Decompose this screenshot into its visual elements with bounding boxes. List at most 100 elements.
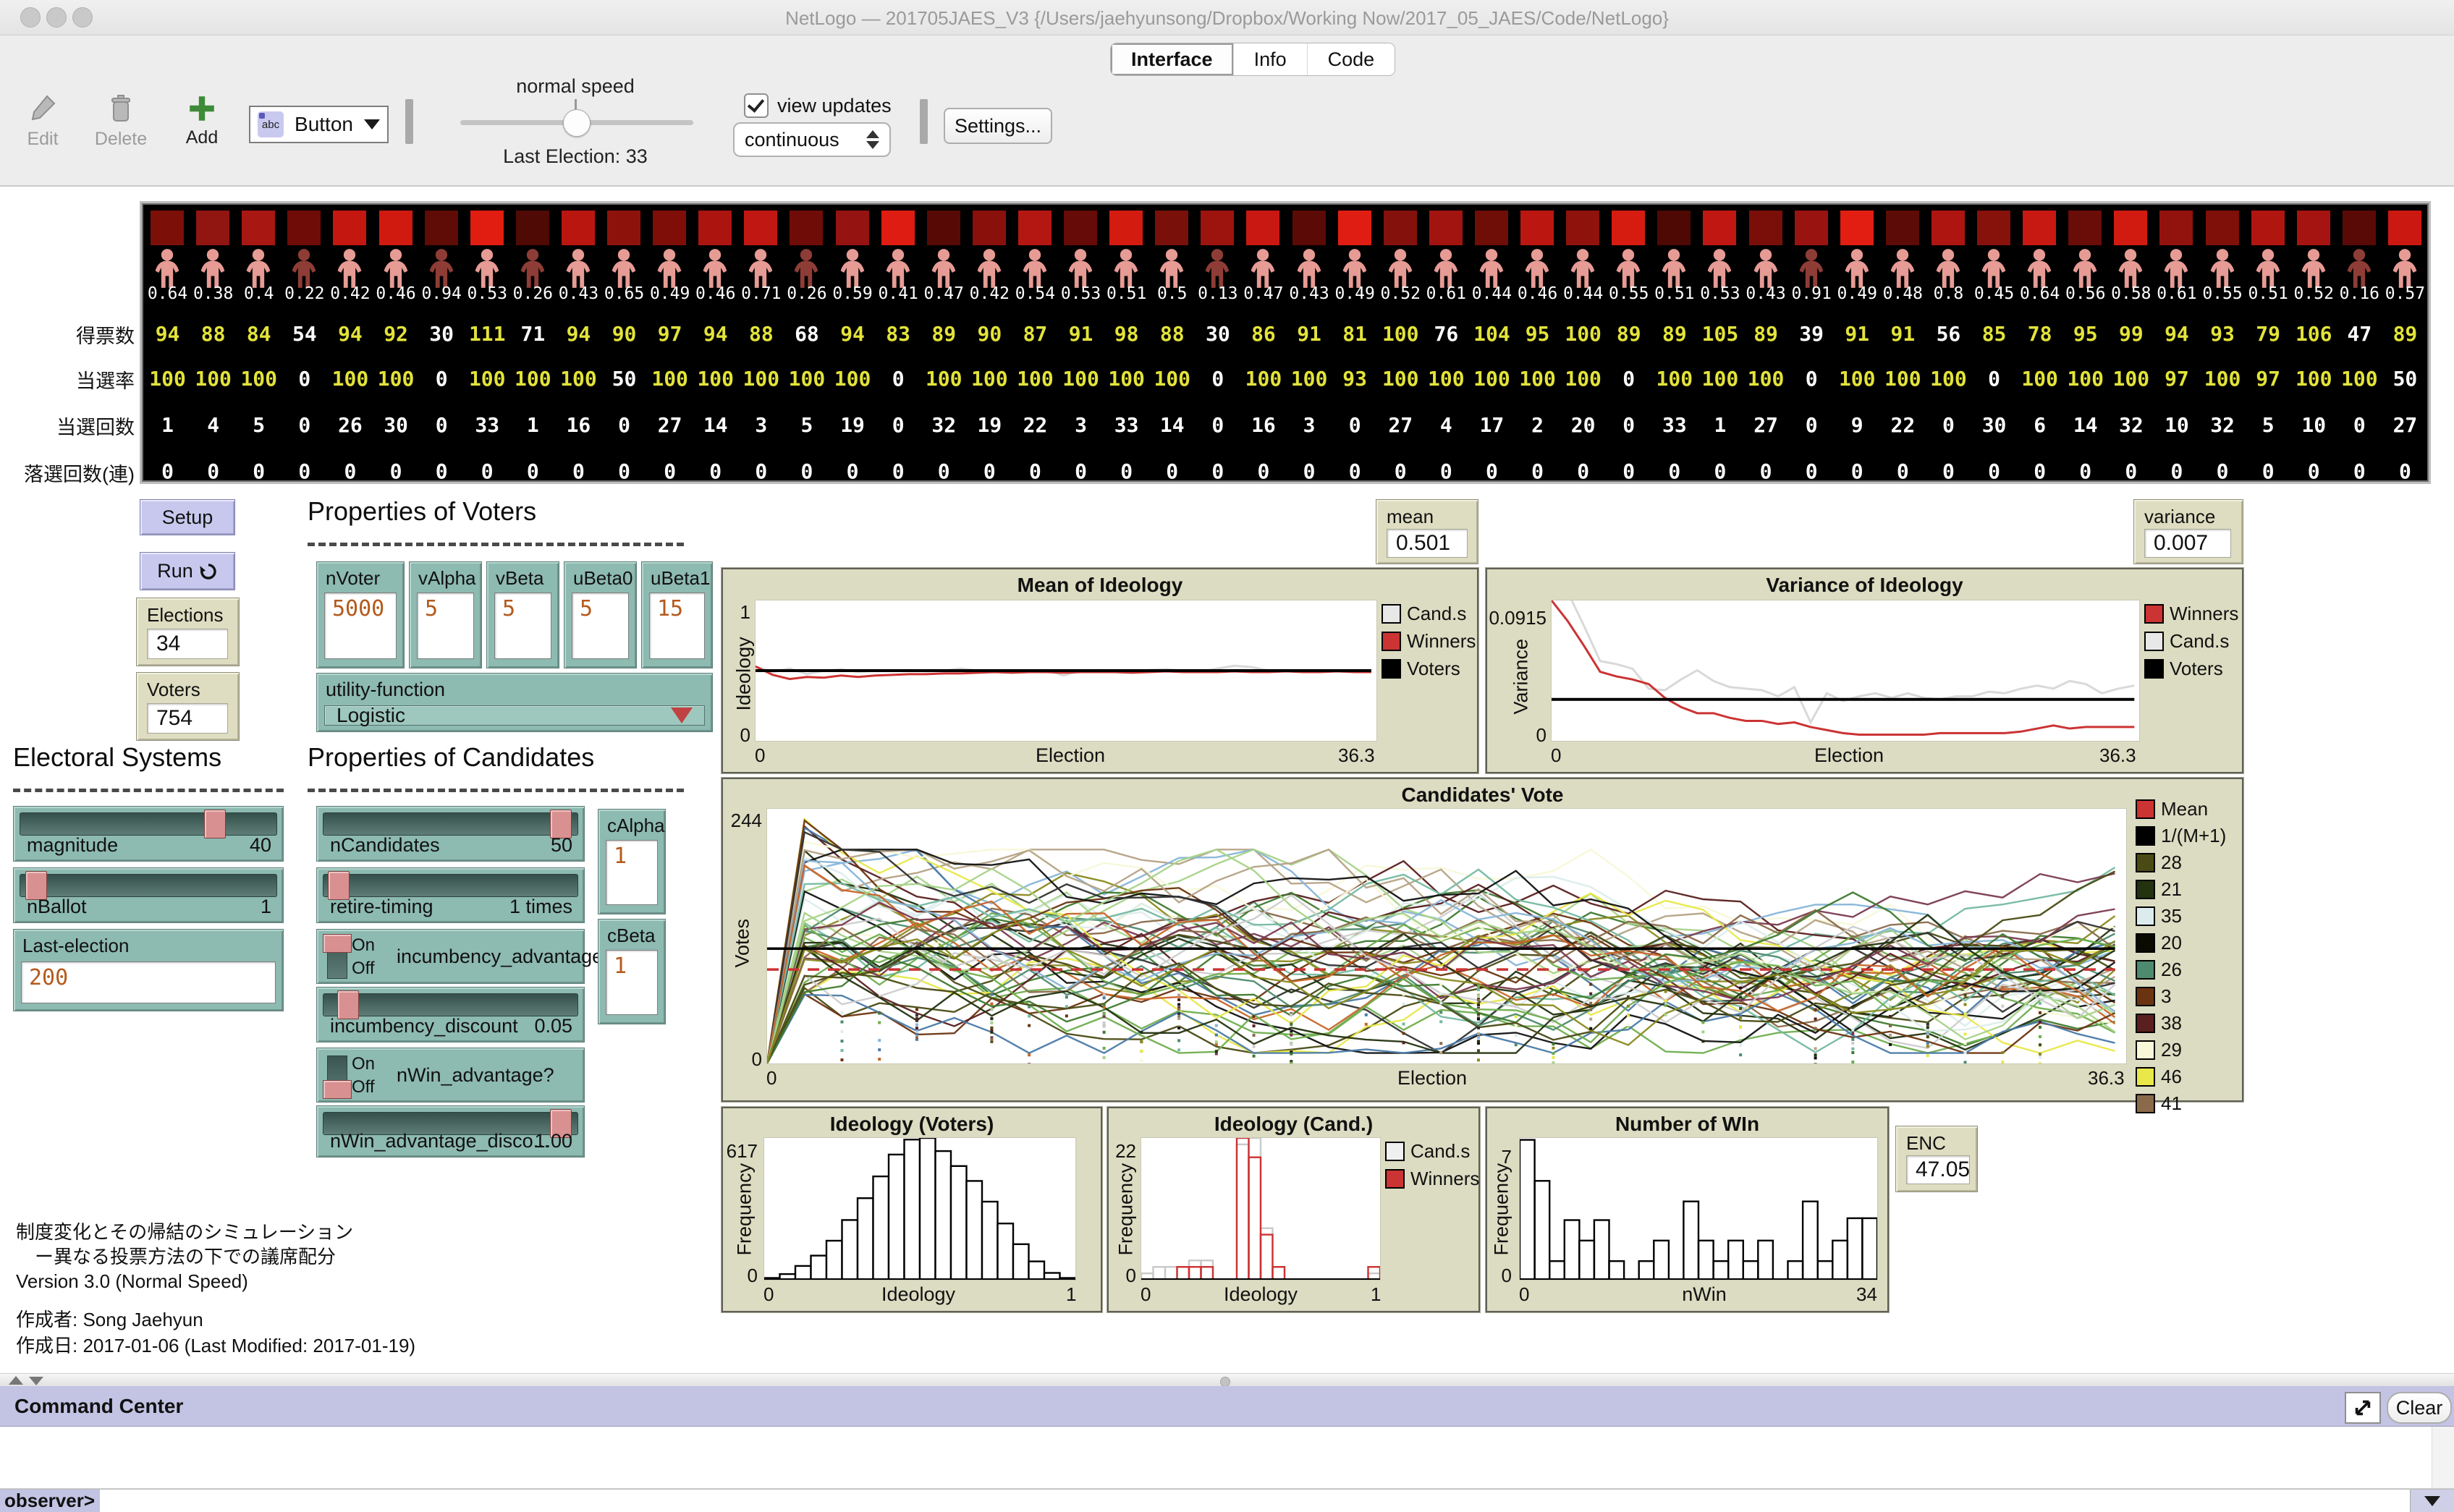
legend-swatch [2136,906,2155,926]
calpha-input[interactable]: cAlpha 1 [598,809,666,914]
candidate-person-icon [1063,248,1098,289]
candidate-votes: 56 [1926,322,1971,346]
candidate-person-icon [1931,248,1966,289]
detach-command-center-button[interactable] [2345,1392,2381,1424]
candidate-winrate: 100 [556,367,601,391]
candidate-wincount: 30 [1971,413,2017,437]
candidate-column: 0.267110010 [510,203,556,482]
patch-square [1109,211,1143,245]
dropdown-triangle-icon [671,708,693,723]
candidate-column: 0.469510020 [1515,203,1560,482]
candidate-person-icon [470,248,504,289]
patch-square [1840,211,1874,245]
candidate-wincount: 1 [1697,413,1743,437]
run-button[interactable]: Run [140,552,235,590]
command-input[interactable] [101,1490,2409,1512]
ubeta1-input[interactable]: uBeta1 15 [641,561,713,668]
patch-square [1749,211,1782,245]
update-mode-dropdown[interactable]: continuous [733,122,891,157]
cbeta-input[interactable]: cBeta 1 [598,919,666,1024]
candidate-wincount: 1 [510,413,556,437]
nballot-slider[interactable]: nBallot1 [13,867,284,923]
candidate-ideology: 0.56 [2062,284,2108,303]
magnitude-slider[interactable]: magnitude40 [13,806,284,862]
legend-label: 26 [2161,959,2182,981]
candidate-lossstreak: 0 [2246,459,2291,483]
candidate-wincount: 3 [738,413,784,437]
settings-button[interactable]: Settings... [944,108,1052,144]
expand-up-icon[interactable] [9,1376,23,1385]
candidate-person-icon [1200,248,1235,289]
candidate-ideology: 0.54 [1012,284,1058,303]
switch-handle[interactable] [323,1080,352,1099]
scrollbar[interactable] [2432,1427,2454,1488]
candidate-wincount: 33 [1104,413,1149,437]
patch-square [196,211,229,245]
candidate-votes: 78 [2017,322,2062,346]
toolbar: Interface Info Code Edit Delete Add abc … [0,35,2454,187]
candidate-lossstreak: 0 [1606,459,1651,483]
collapse-down-icon[interactable] [29,1377,43,1385]
legend-item: 1/(M+1) [2136,825,2226,847]
incumbency-discount-slider[interactable]: incumbency_discount0.05 [316,987,585,1042]
edit-button[interactable]: Edit [20,93,65,150]
candidate-wincount: 3 [1287,413,1332,437]
utility-function-chooser[interactable]: utility-function Logistic [316,673,713,732]
tab-code[interactable]: Code [1308,43,1395,75]
candidate-person-icon [561,248,596,289]
setup-button[interactable]: Setup [140,499,235,535]
candidate-winrate: 100 [465,367,510,391]
candidate-column: 0.647810060 [2017,203,2062,482]
tab-info[interactable]: Info [1234,43,1308,75]
command-center-splitter[interactable] [0,1373,2454,1387]
candidate-column: 0.266810050 [784,203,829,482]
candidate-column: 0.4891100220 [1880,203,1926,482]
legend-label: 3 [2161,985,2171,1008]
add-widget-button[interactable]: Add [178,93,226,148]
slider-handle[interactable] [204,810,226,838]
widget-type-dropdown[interactable]: abc Button [249,106,389,143]
command-center-output[interactable] [0,1427,2454,1489]
tab-interface[interactable]: Interface [1111,43,1234,75]
clear-button[interactable]: Clear [2387,1392,2452,1424]
legend-swatch [2136,987,2155,1006]
last-election-input[interactable]: Last-election 200 [13,929,284,1011]
candidate-wincount: 27 [2382,413,2428,437]
ncandidates-slider[interactable]: nCandidates50 [316,806,585,862]
delete-button[interactable]: Delete [94,93,148,150]
incumbency-advantage-switch[interactable]: OnOff incumbency_advantage? [316,929,585,984]
candidate-lossstreak: 0 [1332,459,1378,483]
candidate-column: 0.578950270 [2382,203,2428,482]
legend-label: Cand.s [1410,1140,1470,1163]
title-bar: NetLogo — 201705JAES_V3 {/Users/jaehyuns… [0,0,2454,35]
last-election-value[interactable]: 200 [21,961,276,1003]
view-updates-checkbox[interactable]: view updates [744,93,892,118]
switch-handle[interactable] [323,934,352,953]
patch-square [927,211,960,245]
nwin-advantage-discount-slider[interactable]: nWin_advantage_disco...1.00 [316,1105,585,1158]
legend-swatch [1382,632,1401,651]
candidate-winrate: 100 [190,367,236,391]
candidate-lossstreak: 0 [1012,459,1058,483]
patch-square [333,211,366,245]
candidate-votes: 92 [373,322,419,346]
candidate-votes: 111 [465,322,510,346]
legend-item: 26 [2136,959,2226,981]
ubeta0-input[interactable]: uBeta0 5 [564,561,637,668]
properties-of-voters-heading: Properties of Voters [308,496,536,527]
splitter-grip[interactable] [1220,1377,1230,1387]
legend-item: Winners [1382,630,1476,653]
legend-label: Winners [1410,1168,1479,1190]
retire-timing-slider[interactable]: retire-timing1 times [316,867,585,923]
valpha-input[interactable]: vAlpha 5 [409,561,482,668]
speed-slider-knob[interactable] [563,109,591,137]
patch-square [425,211,458,245]
candidate-column: 0.4389100270 [1743,203,1789,482]
vbeta-input[interactable]: vBeta 5 [486,561,559,668]
nvoter-input[interactable]: nVoter 5000 [316,561,405,668]
nwin-advantage-switch[interactable]: OnOff nWin_advantage? [316,1048,585,1103]
command-center-title: Command Center [14,1395,183,1418]
history-dropdown-button[interactable] [2410,1490,2454,1512]
candidate-lossstreak: 0 [145,459,190,483]
candidate-ideology: 0.44 [1560,284,1606,303]
